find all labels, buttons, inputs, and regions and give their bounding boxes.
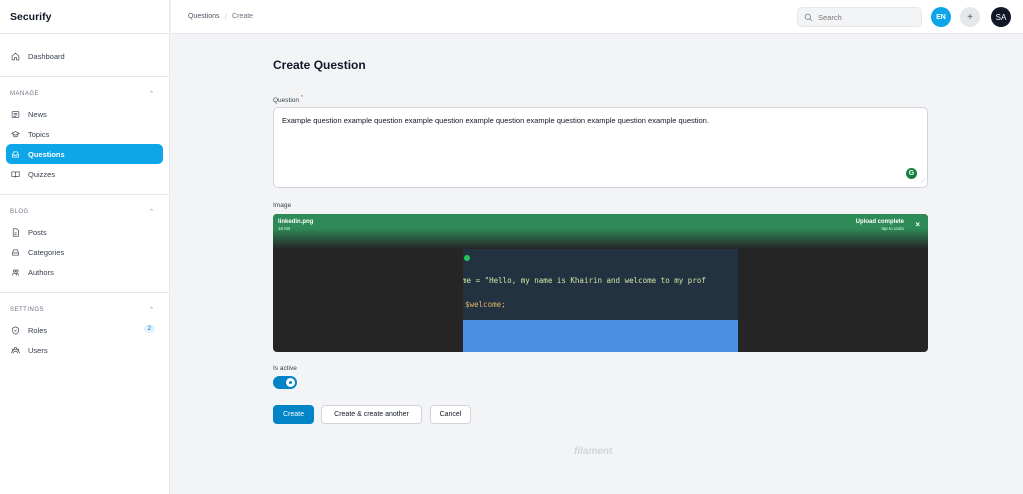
undo-hint[interactable]: tap to undo bbox=[881, 226, 904, 231]
sidebar-item-categories[interactable]: Categories bbox=[6, 242, 163, 262]
sidebar-item-label: Questions bbox=[28, 149, 65, 159]
sidebar-item-dashboard[interactable]: Dashboard bbox=[6, 46, 163, 66]
book-open-icon bbox=[11, 170, 20, 179]
breadcrumb-separator: / bbox=[224, 11, 228, 22]
file-size: 16 KB bbox=[278, 226, 291, 231]
question-textarea[interactable]: Example question example question exampl… bbox=[273, 107, 928, 188]
sidebar-item-quizzes[interactable]: Quizzes bbox=[6, 164, 163, 184]
user-group-icon bbox=[11, 346, 20, 355]
group-manage-header[interactable]: MANAGE ⌃ bbox=[0, 87, 169, 101]
home-icon bbox=[11, 52, 20, 61]
users-icon bbox=[11, 268, 20, 277]
breadcrumb: Questions / Create bbox=[171, 12, 253, 22]
breadcrumb-create: Create bbox=[232, 13, 254, 20]
toggle-knob bbox=[286, 378, 295, 387]
breadcrumb-questions[interactable]: Questions bbox=[188, 13, 220, 20]
sidebar-item-label: Dashboard bbox=[28, 51, 65, 61]
active-label: Is active bbox=[273, 365, 297, 372]
create-button[interactable]: Create bbox=[273, 405, 314, 424]
search-input[interactable] bbox=[818, 12, 918, 22]
question-value: Example question example question exampl… bbox=[282, 116, 709, 125]
graduation-cap-icon bbox=[11, 130, 20, 139]
sidebar-item-news[interactable]: News bbox=[6, 104, 163, 124]
filament-logo: filament bbox=[574, 446, 613, 457]
remove-file-button[interactable]: × bbox=[915, 220, 920, 229]
chevron-up-icon: ⌃ bbox=[148, 307, 155, 314]
divider bbox=[0, 292, 169, 293]
sidebar-item-label: Authors bbox=[28, 267, 54, 277]
folder-icon bbox=[11, 248, 20, 257]
sidebar-item-label: News bbox=[28, 109, 47, 119]
sidebar: Securify Dashboard MANAGE ⌃ News Topics … bbox=[0, 0, 170, 494]
question-label-text: Question bbox=[273, 97, 300, 105]
group-title: MANAGE bbox=[10, 91, 40, 97]
sidebar-item-users[interactable]: Users bbox=[6, 340, 163, 360]
chevron-up-icon: ⌃ bbox=[148, 209, 155, 216]
language-switch-button[interactable]: EN bbox=[931, 7, 951, 27]
is-active-toggle[interactable] bbox=[273, 376, 297, 389]
sidebar-item-label: Categories bbox=[28, 247, 65, 257]
newspaper-icon bbox=[11, 110, 20, 119]
file-name: linkedin.png bbox=[278, 219, 314, 225]
sidebar-item-label: Users bbox=[28, 345, 48, 355]
group-title: SETTINGS bbox=[10, 307, 45, 313]
upload-status-overlay bbox=[273, 214, 928, 249]
code-line-1: come = "Hello, my name is Khairin and we… bbox=[463, 276, 706, 285]
upload-status: Upload complete bbox=[855, 219, 904, 225]
required-mark: * bbox=[300, 95, 303, 101]
sidebar-item-label: Topics bbox=[28, 129, 50, 139]
toggle-indicator bbox=[289, 381, 292, 384]
sidebar-item-questions[interactable]: Questions bbox=[6, 144, 163, 164]
create-another-button[interactable]: Create & create another bbox=[321, 405, 422, 424]
divider bbox=[0, 194, 169, 195]
image-bar-bottom bbox=[463, 320, 738, 352]
shield-icon bbox=[11, 325, 20, 335]
group-blog-header[interactable]: BLOG ⌃ bbox=[0, 205, 169, 219]
sidebar-item-label: Roles bbox=[28, 325, 48, 335]
sidebar-item-authors[interactable]: Authors bbox=[6, 262, 163, 282]
code-line-2: $welcome; bbox=[465, 300, 506, 309]
quick-create-button[interactable]: + bbox=[960, 7, 980, 27]
chevron-up-icon: ⌃ bbox=[148, 91, 155, 98]
resize-handle-icon[interactable]: ⟋ bbox=[921, 179, 925, 186]
page-title: Create Question bbox=[273, 58, 366, 72]
question-label: Question * bbox=[273, 95, 303, 104]
image-label: Image bbox=[273, 202, 292, 209]
search-box[interactable] bbox=[797, 7, 922, 27]
inbox-icon bbox=[11, 150, 20, 159]
sidebar-item-label: Posts bbox=[28, 227, 47, 237]
search-icon bbox=[804, 13, 813, 21]
sidebar-item-topics[interactable]: Topics bbox=[6, 124, 163, 144]
user-avatar[interactable]: SA bbox=[991, 7, 1011, 27]
group-settings-header[interactable]: SETTINGS ⌃ bbox=[0, 303, 169, 317]
sidebar-item-roles[interactable]: Roles 2 bbox=[6, 320, 163, 340]
sidebar-item-posts[interactable]: Posts bbox=[6, 222, 163, 242]
document-icon bbox=[11, 227, 20, 237]
image-upload-preview[interactable]: come = "Hello, my name is Khairin and we… bbox=[273, 214, 928, 352]
image-green-dot bbox=[464, 255, 470, 261]
brand-logo[interactable]: Securify bbox=[0, 0, 169, 34]
roles-count-badge: 2 bbox=[143, 325, 155, 333]
group-title: BLOG bbox=[10, 209, 29, 215]
divider bbox=[0, 76, 169, 77]
topbar: Questions / Create EN + SA bbox=[171, 0, 1023, 34]
cancel-button[interactable]: Cancel bbox=[430, 405, 471, 424]
grammarly-icon[interactable]: G bbox=[906, 168, 917, 179]
sidebar-item-label: Quizzes bbox=[28, 169, 56, 179]
